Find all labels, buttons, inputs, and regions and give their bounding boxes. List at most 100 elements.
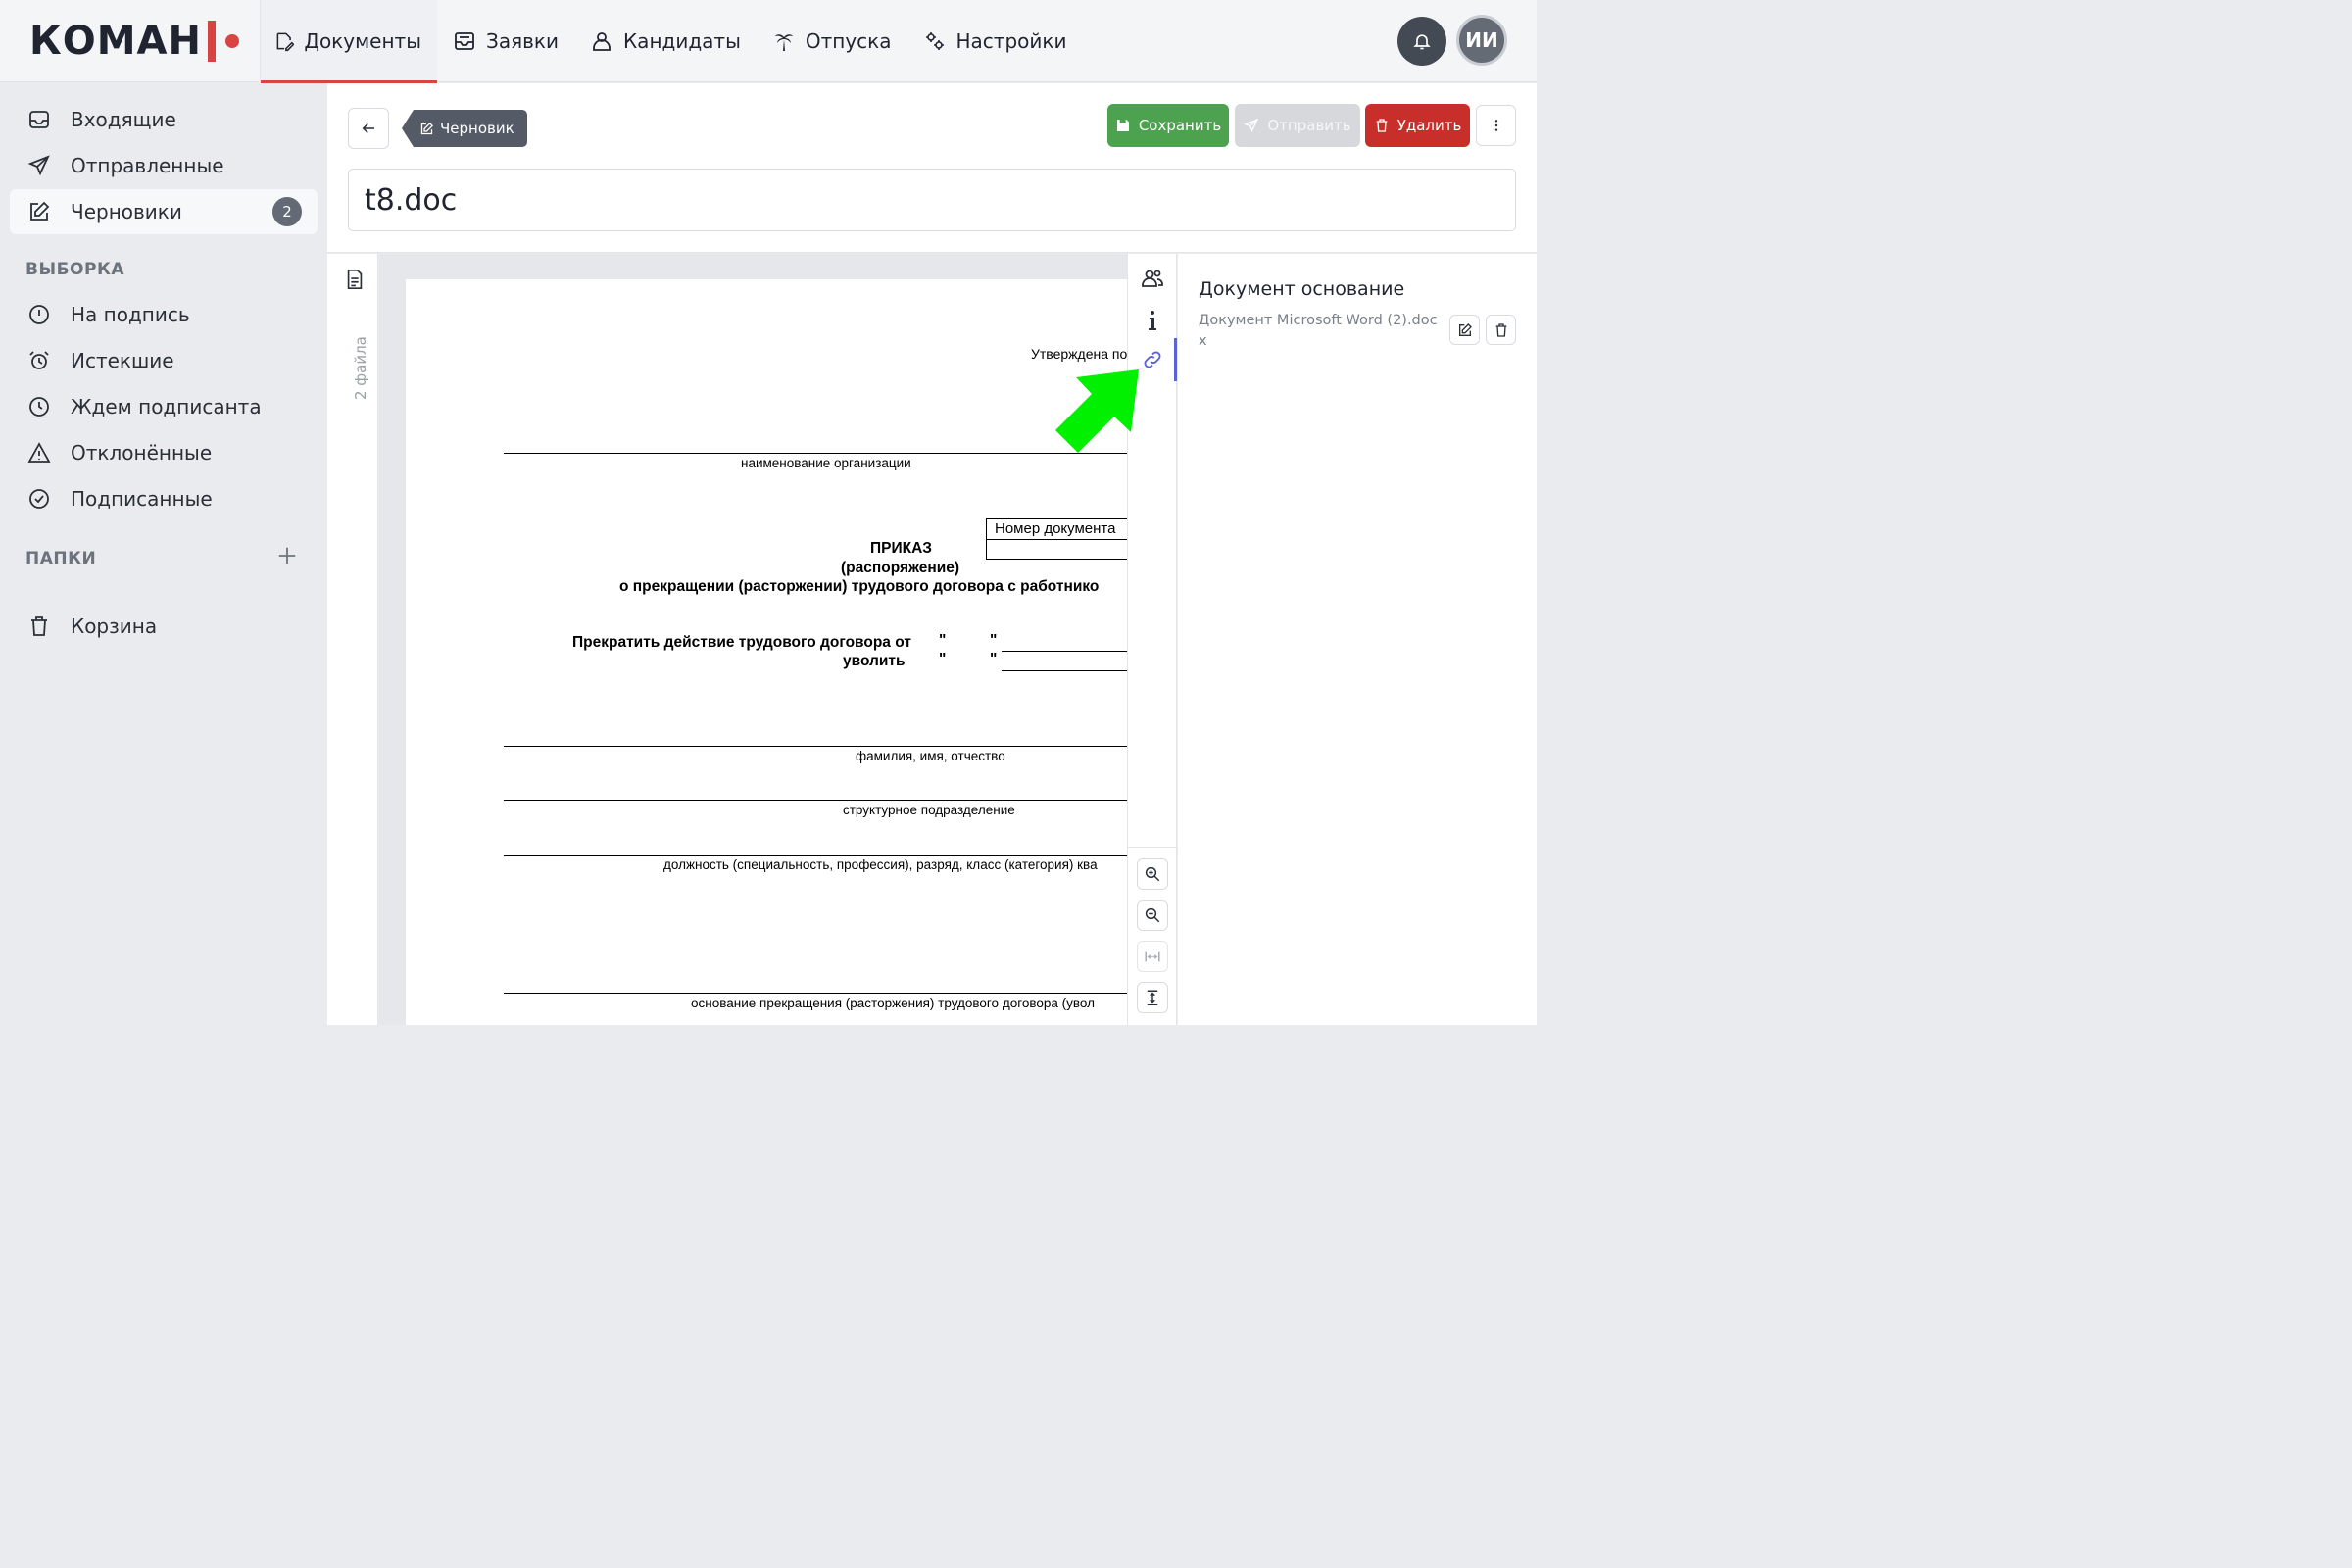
warning-triangle-icon <box>27 442 51 463</box>
position-caption: должность (специальность, профессия), ра… <box>663 858 1098 872</box>
status-badge: Черновик <box>402 110 527 147</box>
approved-text: Утверждена по <box>1031 346 1127 362</box>
info-tab[interactable] <box>1140 308 1165 333</box>
paper-plane-icon <box>27 155 50 176</box>
terminate-label: Прекратить действие трудового договора о… <box>572 634 911 651</box>
sidebar-item-rejected[interactable]: Отклонённые <box>10 430 318 475</box>
nav-item-label: Документы <box>304 28 421 53</box>
palm-tree-icon <box>774 33 793 51</box>
sidebar-item-label: Корзина <box>71 614 158 638</box>
signers-tab[interactable] <box>1140 266 1165 291</box>
paper-plane-icon <box>1244 118 1259 132</box>
zoom-out-icon <box>1145 907 1160 923</box>
panel-title: Документ основание <box>1199 278 1405 300</box>
nav-item-label: Отпуска <box>805 28 892 53</box>
fit-height-icon <box>1147 990 1158 1005</box>
save-label: Сохранить <box>1138 117 1222 134</box>
sidebar-item-label: Ждем подписанта <box>71 395 262 418</box>
more-actions-button[interactable] <box>1476 105 1516 146</box>
linked-documents-tab[interactable] <box>1140 347 1165 372</box>
fit-height-button[interactable] <box>1137 982 1168 1013</box>
annotation-arrow-icon <box>1055 369 1139 453</box>
zoom-in-icon <box>1145 866 1160 882</box>
arrow-left-icon <box>362 122 374 134</box>
info-icon <box>1149 311 1156 330</box>
quote-mark: " <box>939 651 947 667</box>
delete-link-button[interactable] <box>1486 315 1516 345</box>
date-line <box>1002 651 1127 652</box>
inbox-icon <box>29 111 49 128</box>
nav-item-documents[interactable]: Документы <box>261 0 437 83</box>
document-page: Утверждена по наименование организации Н… <box>406 279 1127 1025</box>
quote-mark: " <box>939 632 947 649</box>
file-icon[interactable] <box>344 268 366 291</box>
logo-mark <box>207 20 216 62</box>
quote-mark: " <box>990 651 998 667</box>
dept-line <box>504 800 1127 801</box>
document-viewer[interactable]: Утверждена по наименование организации Н… <box>379 254 1127 1025</box>
users-icon <box>1142 270 1163 287</box>
logo[interactable]: КОМАН <box>0 0 261 82</box>
sidebar-item-to-sign[interactable]: На подпись <box>10 292 318 337</box>
files-column: 2 файла <box>327 254 378 1025</box>
org-caption: наименование организации <box>741 456 911 470</box>
send-button[interactable]: Отправить <box>1235 104 1360 147</box>
back-button[interactable] <box>348 108 389 149</box>
nav-item-label: Заявки <box>486 28 559 53</box>
top-bar: КОМАН Документы Заявки Кандидаты Отпуска… <box>0 0 1537 83</box>
logo-dot <box>224 33 239 48</box>
exclamation-circle-icon <box>29 305 49 324</box>
nav-item-candidates[interactable]: Кандидаты <box>574 0 757 82</box>
gears-icon <box>925 31 944 50</box>
sidebar-item-label: Истекшие <box>71 349 174 372</box>
sidebar-item-label: Черновики <box>71 200 182 223</box>
doc-number-label: Номер документа <box>987 519 1127 540</box>
order-heading: о прекращении (расторжении) трудового до… <box>619 578 1100 595</box>
document-header: Черновик Сохранить Отправить Удалить t8.… <box>327 83 1537 253</box>
order-title: ПРИКАЗ <box>870 540 932 557</box>
add-folder-icon[interactable] <box>276 545 298 566</box>
sidebar-item-signed[interactable]: Подписанные <box>10 476 318 521</box>
rail-divider <box>1128 847 1178 848</box>
linked-file-name[interactable]: Документ Microsoft Word (2).docx <box>1199 311 1438 352</box>
fit-width-icon <box>1145 951 1160 962</box>
org-line <box>504 453 1127 454</box>
fio-caption: фамилия, имя, отчество <box>856 749 1005 763</box>
nav-item-requests[interactable]: Заявки <box>437 0 574 82</box>
fit-width-button[interactable] <box>1137 941 1168 972</box>
delete-button[interactable]: Удалить <box>1365 104 1470 147</box>
sidebar-item-expired[interactable]: Истекшие <box>10 338 318 383</box>
edit-link-button[interactable] <box>1449 315 1480 345</box>
zoom-in-button[interactable] <box>1137 858 1168 890</box>
logo-text: КОМАН <box>29 18 202 64</box>
nav-item-vacations[interactable]: Отпуска <box>757 0 907 82</box>
doc-number-box: Номер документа <box>986 518 1127 560</box>
reason-caption: основание прекращения (расторжения) труд… <box>691 996 1095 1010</box>
sidebar-item-label: Отправленные <box>71 154 224 177</box>
floppy-disk-icon <box>1116 120 1129 131</box>
nav-item-settings[interactable]: Настройки <box>907 0 1083 82</box>
notifications-button[interactable] <box>1397 17 1446 66</box>
sidebar-item-drafts[interactable]: Черновики 2 <box>10 189 318 234</box>
edit-icon <box>1458 322 1472 336</box>
nav-item-label: Настройки <box>956 28 1067 53</box>
filter-section-header: ВЫБОРКА <box>25 260 124 279</box>
status-label: Черновик <box>440 120 514 137</box>
edit-icon <box>30 201 50 220</box>
sidebar: Входящие Отправленные Черновики 2 ВЫБОРК… <box>0 83 327 1025</box>
document-title-input[interactable]: t8.doc <box>348 169 1516 231</box>
trash-icon <box>1495 322 1506 337</box>
folders-section-header: ПАПКИ <box>25 549 97 568</box>
more-vertical-icon <box>1494 120 1497 131</box>
save-button[interactable]: Сохранить <box>1107 104 1229 147</box>
clock-icon <box>29 397 49 416</box>
link-icon <box>1144 351 1161 368</box>
sidebar-item-awaiting-signer[interactable]: Ждем подписанта <box>10 384 318 429</box>
avatar[interactable]: ИИ <box>1456 15 1507 66</box>
zoom-out-button[interactable] <box>1137 900 1168 931</box>
sidebar-item-sent[interactable]: Отправленные <box>10 143 318 188</box>
sidebar-item-inbox[interactable]: Входящие <box>10 97 318 142</box>
active-tab-indicator <box>1174 338 1177 381</box>
sidebar-item-trash[interactable]: Корзина <box>10 604 318 649</box>
trash-icon <box>1376 119 1388 132</box>
